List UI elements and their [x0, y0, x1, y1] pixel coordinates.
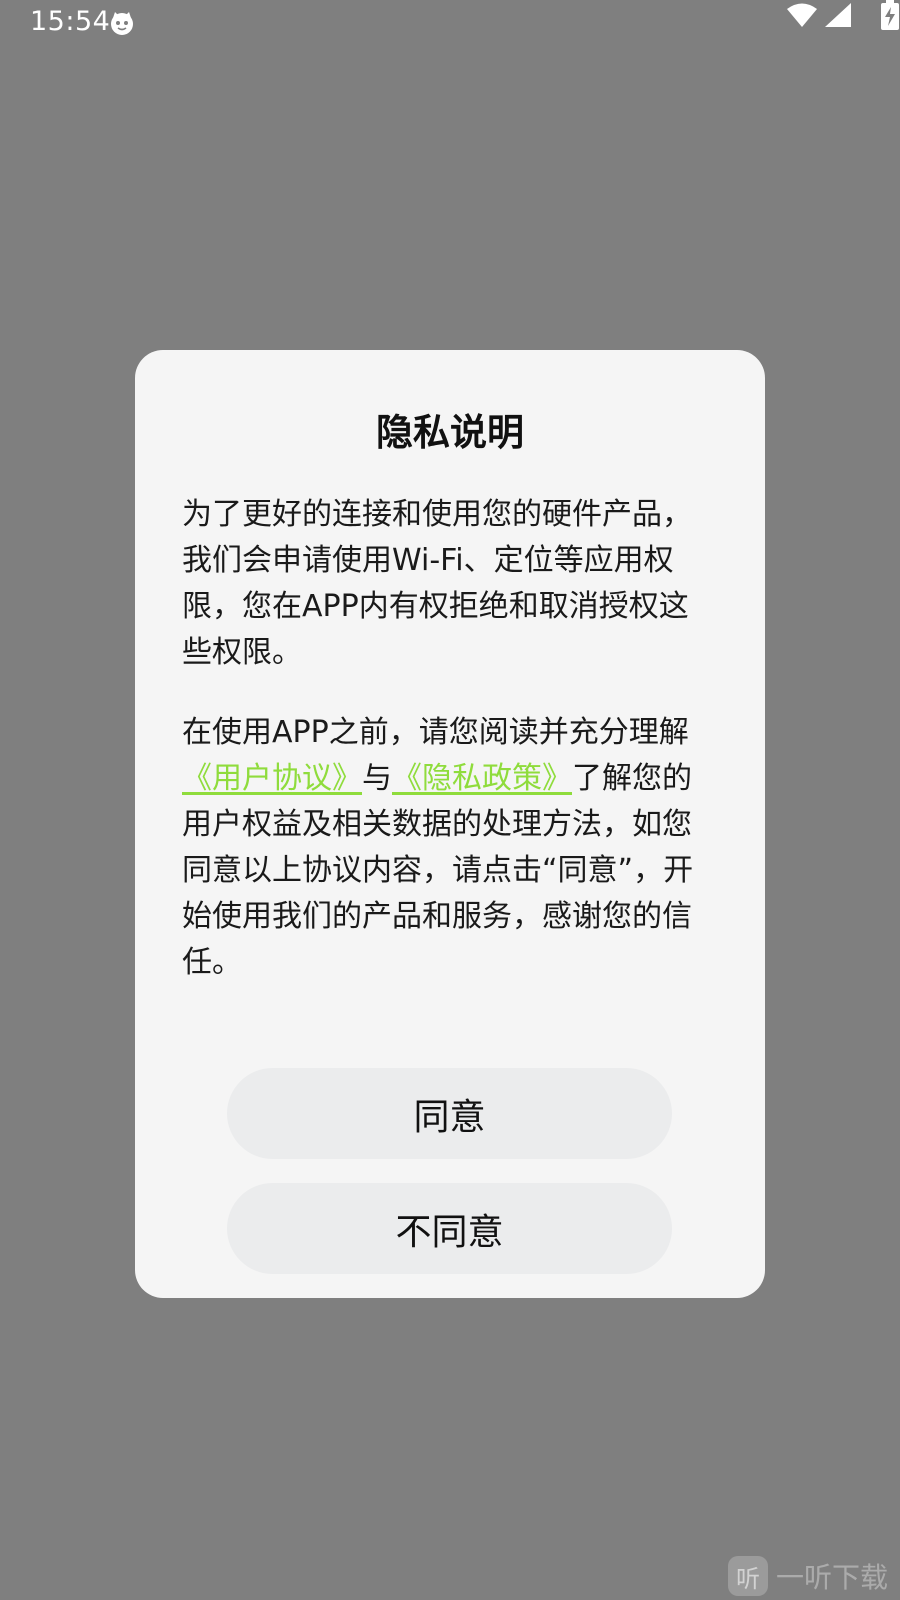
agree-button[interactable]: 同意 [227, 1068, 672, 1159]
agreement-prefix: 在使用APP之前，请您阅读并充分理解 [182, 715, 689, 750]
privacy-policy-link[interactable]: 《隐私政策》 [392, 761, 572, 796]
dialog-body: 为了更好的连接和使用您的硬件产品，我们会申请使用Wi-Fi、定位等应用权限，您在… [182, 492, 714, 986]
status-time: 15:54 [30, 6, 111, 37]
agreement-paragraph: 在使用APP之前，请您阅读并充分理解《用户协议》与《隐私政策》了解您的用户权益及… [182, 710, 714, 986]
status-bar: 15:54 [0, 0, 900, 46]
dialog-title: 隐私说明 [376, 411, 524, 454]
permission-paragraph: 为了更好的连接和使用您的硬件产品，我们会申请使用Wi-Fi、定位等应用权限，您在… [182, 497, 692, 670]
agreement-conjunction: 与 [362, 761, 392, 796]
privacy-dialog: 隐私说明 为了更好的连接和使用您的硬件产品，我们会申请使用Wi-Fi、定位等应用… [135, 350, 765, 1298]
watermark-text: 一听下载 [776, 1561, 889, 1594]
battery-charging-icon [881, 0, 899, 30]
cell-signal-icon [825, 3, 851, 27]
watermark: 听 一听下载 [728, 1554, 898, 1598]
cat-face-icon [111, 12, 133, 35]
user-agreement-link[interactable]: 《用户协议》 [182, 761, 362, 796]
wifi-icon [787, 3, 817, 27]
watermark-logo: 听 [728, 1556, 768, 1596]
disagree-button[interactable]: 不同意 [227, 1183, 672, 1274]
